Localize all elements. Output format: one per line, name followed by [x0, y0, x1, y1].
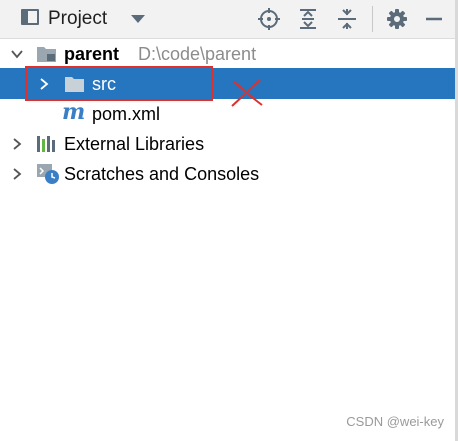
chevron-right-icon[interactable] — [11, 137, 23, 150]
external-libraries-label: External Libraries — [64, 134, 205, 154]
project-toolbar: Project — [0, 0, 455, 39]
annotation-highlight-box — [25, 66, 213, 101]
module-folder-icon — [36, 45, 56, 62]
locate-crosshair-icon[interactable] — [256, 6, 282, 32]
project-view-icon[interactable] — [21, 9, 39, 25]
gear-icon[interactable] — [384, 6, 410, 32]
tree-row-parent[interactable]: parent D:\code\parent — [0, 38, 455, 69]
dropdown-arrow-icon[interactable] — [131, 15, 145, 23]
root-module-path: D:\code\parent — [138, 44, 257, 64]
libraries-icon — [36, 134, 56, 152]
annotation-cross-mark — [229, 77, 265, 114]
tree-row-external-libraries[interactable]: External Libraries — [0, 128, 455, 159]
toolbar-separator — [372, 6, 373, 32]
scratches-icon — [36, 163, 59, 184]
chevron-right-icon[interactable] — [11, 167, 23, 180]
pom-file-label: pom.xml — [92, 104, 161, 124]
collapse-all-icon[interactable] — [334, 6, 360, 32]
expand-all-icon[interactable] — [295, 6, 321, 32]
project-tool-window: Project parent D:\code\parent src m pom.… — [0, 0, 458, 441]
maven-icon: m — [62, 99, 86, 125]
tree-row-pom[interactable]: m pom.xml — [0, 98, 455, 129]
scratches-label: Scratches and Consoles — [64, 164, 260, 184]
watermark: CSDN @wei-key — [346, 414, 444, 429]
chevron-down-icon[interactable] — [11, 47, 23, 59]
toolbar-title[interactable]: Project — [48, 8, 107, 30]
root-module-name: parent — [64, 44, 120, 64]
minimize-icon[interactable] — [421, 6, 447, 32]
tree-row-scratches[interactable]: Scratches and Consoles — [0, 158, 455, 189]
